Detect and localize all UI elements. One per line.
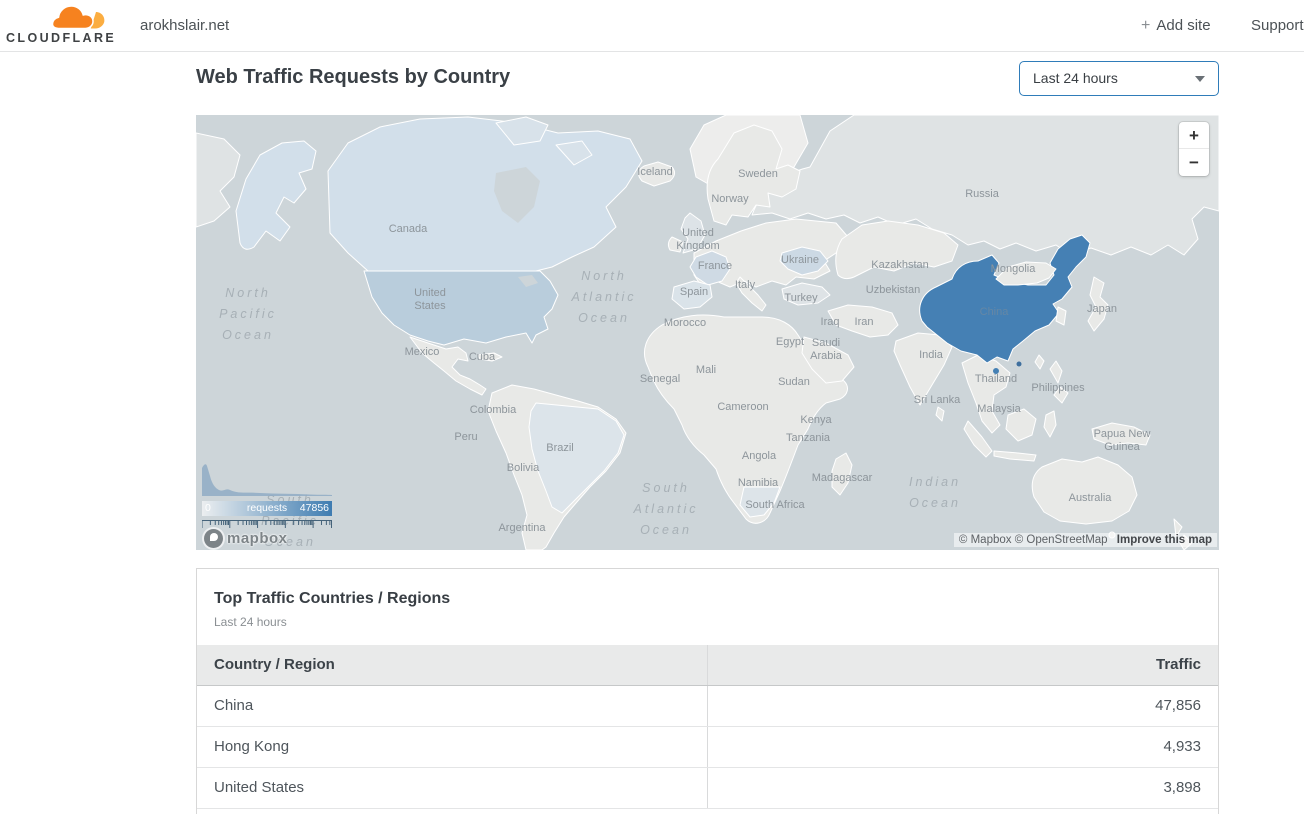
- zoom-out-button[interactable]: −: [1179, 149, 1209, 176]
- table-row: United States3,898: [197, 767, 1218, 808]
- table-row: China47,856: [197, 685, 1218, 726]
- add-site-label: Add site: [1156, 17, 1210, 34]
- traffic-cell: 3,898: [708, 767, 1219, 808]
- mapbox-wordmark: mapbox: [227, 530, 288, 547]
- legend-min: 0: [205, 502, 211, 514]
- map-attribution: © Mapbox © OpenStreetMap Improve this ma…: [954, 533, 1217, 547]
- traffic-cell: 4,933: [708, 726, 1219, 767]
- region-shape-hong-kong[interactable]: [1017, 362, 1022, 367]
- column-header-country: Country / Region: [197, 645, 708, 685]
- column-header-traffic: Traffic: [708, 645, 1219, 685]
- time-range-value: Last 24 hours: [1033, 62, 1118, 95]
- osm-attribution-link[interactable]: © OpenStreetMap: [1015, 534, 1108, 546]
- page-title: Web Traffic Requests by Country: [196, 66, 510, 89]
- cloudflare-logo[interactable]: CLOUDFLARE: [6, 2, 108, 50]
- mapbox-icon: [204, 529, 223, 548]
- traffic-cell: 47,856: [708, 685, 1219, 726]
- top-header: CLOUDFLARE arokhslair.net + Add site Supp…: [0, 0, 1304, 52]
- map-legend: 0 requests 47856: [202, 462, 332, 534]
- time-range-select[interactable]: Last 24 hours: [1019, 61, 1219, 96]
- traffic-world-map[interactable]: CanadaUnitedStatesMexicoCubaColombiaPeru…: [196, 115, 1219, 550]
- legend-histogram: [202, 462, 332, 496]
- island-hainan: [993, 368, 999, 374]
- card-title: Top Traffic Countries / Regions: [214, 590, 1201, 608]
- mapbox-attribution-link[interactable]: © Mapbox: [959, 534, 1012, 546]
- add-site-button[interactable]: + Add site: [1141, 0, 1211, 52]
- mapbox-logo[interactable]: mapbox: [204, 526, 288, 550]
- zoom-in-button[interactable]: +: [1179, 122, 1209, 149]
- legend-gradient-bar: 0 requests 47856: [202, 501, 332, 516]
- support-link[interactable]: Support: [1251, 0, 1304, 52]
- plus-icon: +: [1141, 17, 1150, 34]
- cloudflare-cloud-icon: [48, 3, 108, 33]
- traffic-table: Country / Region Traffic China47,856Hong…: [197, 645, 1218, 809]
- support-label: Support: [1251, 17, 1304, 34]
- cloudflare-wordmark: CLOUDFLARE: [6, 31, 108, 45]
- improve-map-link[interactable]: Improve this map: [1117, 534, 1212, 546]
- country-shape-korea: [1056, 307, 1066, 325]
- country-cell: United States: [197, 767, 708, 808]
- top-traffic-card: Top Traffic Countries / Regions Last 24 …: [196, 568, 1219, 814]
- cloudflare-dashboard: CLOUDFLARE arokhslair.net + Add site Supp…: [0, 0, 1304, 814]
- legend-label: requests: [247, 502, 287, 514]
- legend-max: 47856: [300, 502, 329, 514]
- map-zoom-control: + −: [1179, 122, 1209, 176]
- card-subtitle: Last 24 hours: [214, 615, 1201, 629]
- chevron-down-icon: [1195, 76, 1205, 82]
- country-cell: China: [197, 685, 708, 726]
- country-cell: Hong Kong: [197, 726, 708, 767]
- site-domain: arokhslair.net: [140, 0, 229, 52]
- world-map-svg: [196, 115, 1219, 550]
- table-row: Hong Kong4,933: [197, 726, 1218, 767]
